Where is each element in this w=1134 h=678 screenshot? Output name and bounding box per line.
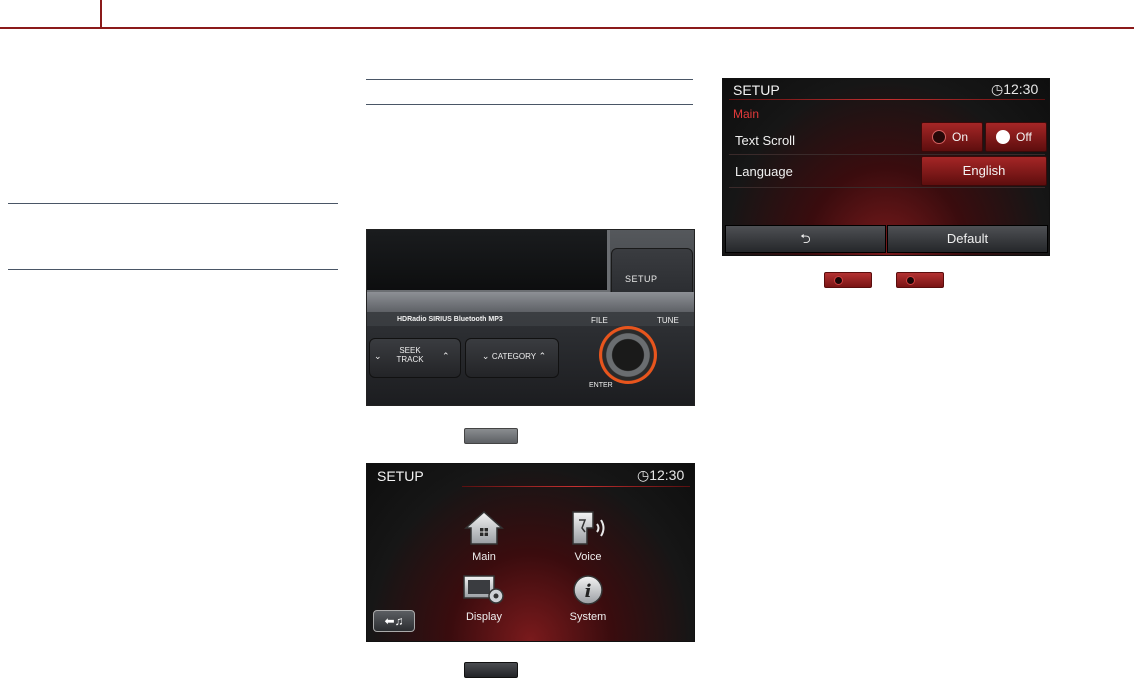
text-scroll-off-button[interactable]: Off bbox=[985, 122, 1047, 152]
seek-label-line-1: SEEK bbox=[399, 346, 421, 355]
category-text: CATEGORY bbox=[491, 352, 537, 361]
section-heading: Main bbox=[733, 107, 760, 121]
on-label: On bbox=[952, 130, 969, 144]
setup-key-graphic bbox=[464, 428, 518, 444]
head-unit-category-label: ⌄ CATEGORY ⌃ bbox=[473, 351, 555, 362]
chevron-down-icon: ⌄ bbox=[481, 351, 492, 361]
setup-menu-screen: SETUP ◷12:30 Main Voice Display i System… bbox=[366, 463, 695, 642]
display-settings-icon bbox=[463, 575, 504, 604]
menu-item-label: Main bbox=[472, 551, 496, 563]
setup-main-screen: SETUP ◷12:30 Main Text Scroll On Off Lan… bbox=[722, 78, 1050, 256]
middle-rule-bottom bbox=[366, 104, 693, 105]
head-unit-screen bbox=[367, 230, 610, 293]
menu-item-system[interactable]: i System bbox=[548, 574, 628, 623]
setup-menu-clock: ◷12:30 bbox=[637, 467, 685, 483]
setup-main-title-rule bbox=[729, 99, 1045, 100]
back-button[interactable]: ⬅♫ bbox=[373, 610, 415, 632]
back-arrow-icon: ⮌ bbox=[800, 231, 811, 246]
setup-menu-title-rule bbox=[462, 486, 690, 487]
svg-text:i: i bbox=[585, 581, 592, 602]
menu-item-label: Voice bbox=[574, 551, 602, 563]
info-icon: i bbox=[573, 575, 603, 605]
off-key-graphic bbox=[896, 272, 944, 288]
head-unit-setup-label: SETUP bbox=[625, 274, 658, 284]
off-label: Off bbox=[1016, 130, 1032, 144]
language-select-button[interactable]: English bbox=[921, 156, 1047, 186]
head-unit-trim bbox=[367, 292, 694, 312]
seek-label-line-2: TRACK bbox=[396, 355, 424, 364]
back-music-icon: ⬅♫ bbox=[384, 614, 404, 628]
menu-item-display[interactable]: Display bbox=[444, 574, 524, 623]
text-scroll-label: Text Scroll bbox=[735, 133, 795, 148]
tune-knob-icon bbox=[599, 326, 657, 384]
menu-item-main[interactable]: Main bbox=[444, 510, 524, 563]
home-icon bbox=[464, 510, 504, 545]
left-rule-top bbox=[8, 203, 338, 204]
left-rule-bottom bbox=[8, 269, 338, 270]
head-unit-setup-key bbox=[611, 248, 693, 298]
clock-icon: ◷ bbox=[991, 81, 1004, 97]
header-tab-divider bbox=[100, 0, 102, 29]
setup-menu-title: SETUP bbox=[377, 468, 424, 484]
setup-main-title: SETUP bbox=[733, 82, 780, 98]
chevron-down-icon: ⌄ bbox=[374, 351, 382, 361]
default-button[interactable]: Default bbox=[887, 225, 1048, 253]
setup-main-clock: ◷12:30 bbox=[991, 81, 1039, 97]
menu-item-label: System bbox=[569, 611, 607, 623]
radio-off-icon bbox=[932, 130, 946, 144]
head-unit-photo: SETUP HDRadio SIRIUS Bluetooth MP3 ⌄ ⌃ S… bbox=[366, 229, 695, 406]
head-unit-enter-label: ENTER bbox=[589, 382, 613, 389]
head-unit-seek-label: SEEK TRACK bbox=[389, 346, 431, 364]
chevron-up-icon: ⌃ bbox=[536, 351, 547, 361]
on-key-graphic bbox=[824, 272, 872, 288]
head-unit-logos: HDRadio SIRIUS Bluetooth MP3 bbox=[397, 316, 503, 323]
language-label: Language bbox=[735, 164, 793, 179]
row-divider bbox=[729, 187, 1045, 188]
main-key-graphic bbox=[464, 662, 518, 678]
menu-item-label: Display bbox=[465, 611, 503, 623]
middle-rule-top bbox=[366, 79, 693, 80]
clock-icon: ◷ bbox=[637, 467, 650, 483]
menu-item-voice[interactable]: Voice bbox=[548, 510, 628, 563]
row-divider bbox=[729, 154, 1045, 155]
chevron-up-icon: ⌃ bbox=[442, 351, 450, 361]
back-button[interactable]: ⮌ bbox=[725, 225, 886, 253]
head-unit-tune-label: TUNE bbox=[657, 316, 679, 325]
radio-on-icon bbox=[996, 130, 1010, 144]
voice-icon bbox=[572, 511, 605, 545]
text-scroll-on-button[interactable]: On bbox=[921, 122, 983, 152]
header-rule bbox=[0, 27, 1134, 29]
head-unit-file-label: FILE bbox=[591, 316, 608, 325]
